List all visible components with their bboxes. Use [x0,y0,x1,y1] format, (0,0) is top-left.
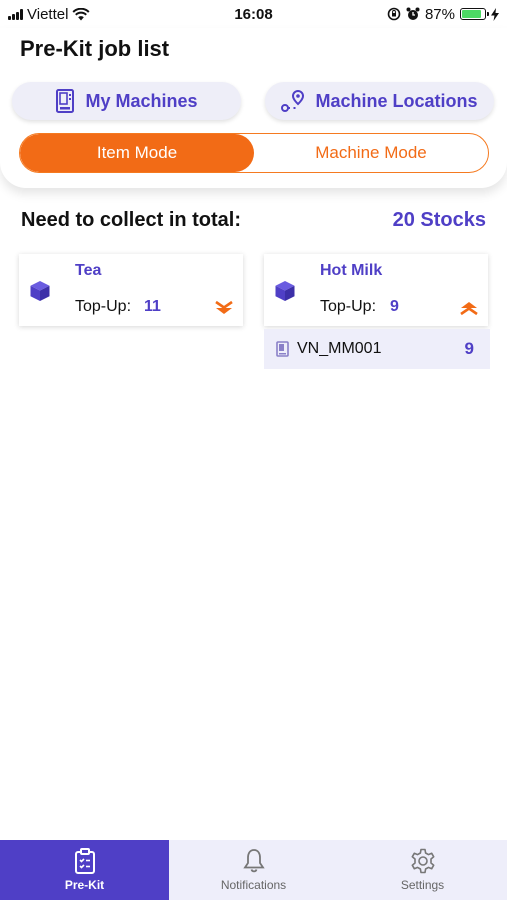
item-card-hot-milk[interactable]: Hot Milk Top-Up: 9 [264,254,488,326]
vending-machine-icon [56,89,75,113]
bell-icon [242,849,265,873]
item-mode-tab[interactable]: Item Mode [20,134,254,172]
topup-label: Top-Up: [320,298,377,315]
cube-icon [30,281,50,301]
machine-locations-button[interactable]: Machine Locations [265,82,494,120]
nav-item-notifications[interactable]: Notifications [169,840,338,900]
alarm-icon [406,7,420,20]
battery-percentage: 87% [424,5,455,23]
status-right: 87% [387,6,499,23]
cube-icon [275,281,295,301]
machine-mode-tab[interactable]: Machine Mode [254,134,488,172]
clipboard-icon [74,848,95,874]
header-card: Pre-Kit job list My Machines Machine Loc… [0,28,507,188]
machine-row-vn-mm001[interactable]: VN_MM001 9 [264,329,490,369]
item-card-tea[interactable]: Tea Top-Up: 11 [19,254,243,326]
machine-qty: 9 [464,339,474,358]
status-bar: Viettel 16:08 87% [0,0,507,28]
mode-toggle: Item Mode Machine Mode [19,133,489,173]
double-chevron-up-icon[interactable] [460,300,478,316]
rotation-lock-icon [387,7,401,21]
machine-locations-label: Machine Locations [315,90,478,111]
bottom-nav: Pre-Kit Notifications Settings [0,840,507,900]
my-machines-label: My Machines [85,90,198,111]
nav-item-settings[interactable]: Settings [338,840,507,900]
total-label: Need to collect in total: [21,209,242,231]
route-pin-icon [281,90,305,112]
total-value: 20 Stocks [392,209,486,231]
page-title: Pre-Kit job list [20,36,170,61]
cellular-signal-icon [8,8,23,20]
item-name: Hot Milk [320,262,383,279]
topup-label: Top-Up: [75,298,132,315]
nav-label: Notifications [220,878,287,892]
carrier-name: Viettel [27,5,69,23]
vending-machine-icon [276,341,289,357]
status-left: Viettel [8,6,90,23]
battery-icon [460,8,489,20]
wifi-icon [72,7,90,20]
nav-label: Pre-Kit [64,878,105,892]
double-chevron-down-icon[interactable] [215,300,233,316]
charging-bolt-icon [491,7,499,21]
machine-name: VN_MM001 [297,340,382,357]
item-name: Tea [75,262,102,279]
nav-label: Settings [400,878,445,892]
topup-value: 9 [390,298,399,315]
topup-value: 11 [144,298,161,315]
gear-icon [411,848,434,874]
nav-item-pre-kit[interactable]: Pre-Kit [0,840,169,900]
my-machines-button[interactable]: My Machines [12,82,241,120]
battery-fill [462,10,482,18]
